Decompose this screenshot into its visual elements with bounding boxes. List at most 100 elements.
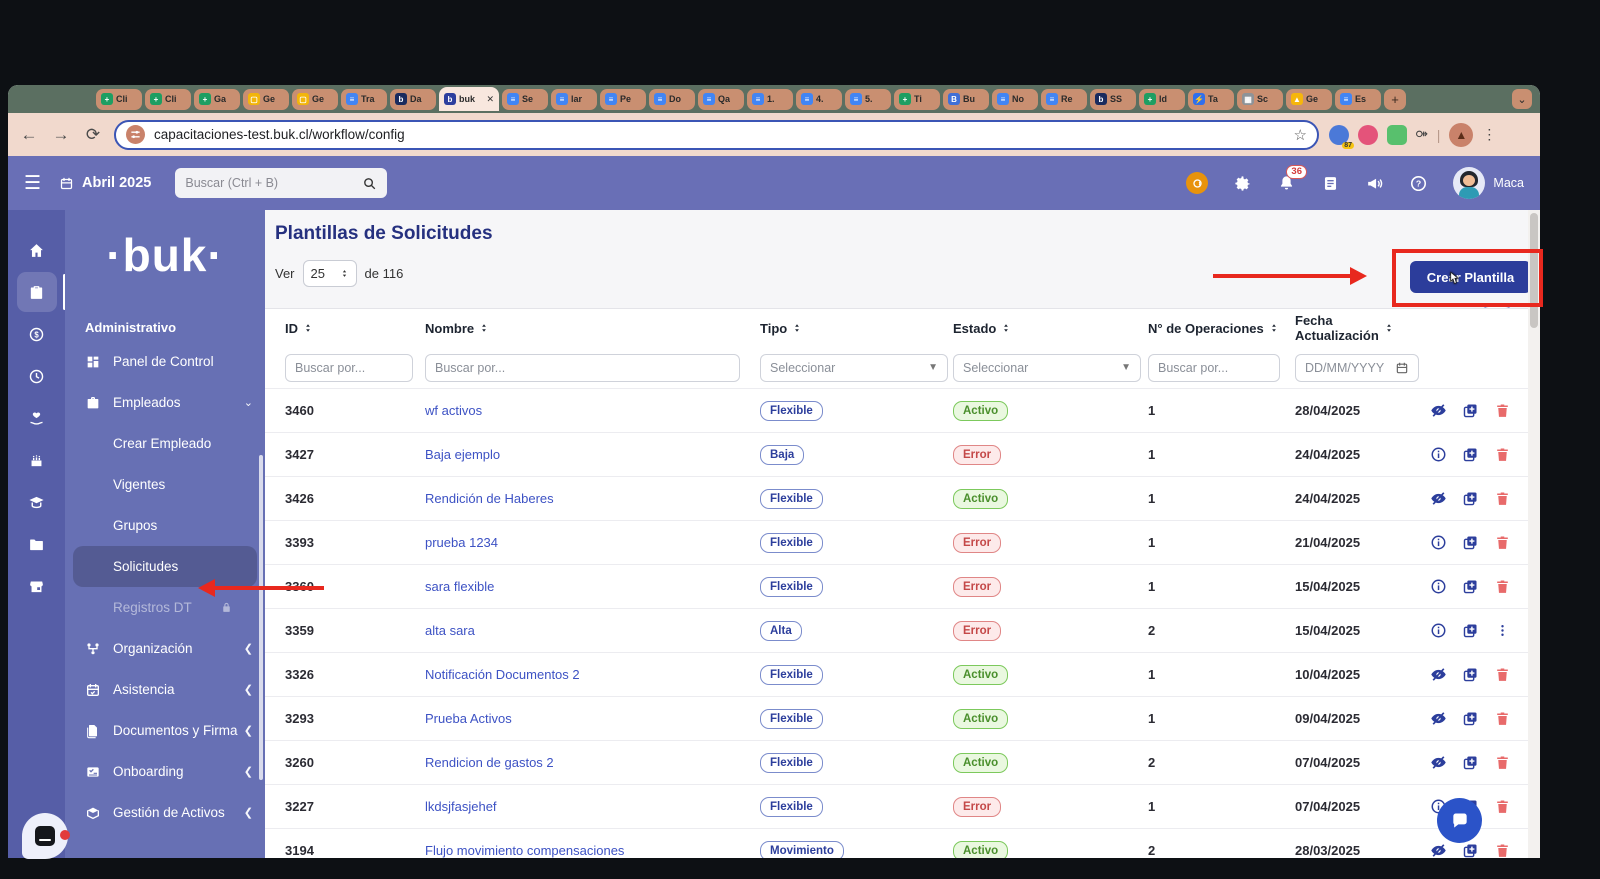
period-selector[interactable]: Abril 2025 — [59, 175, 151, 191]
trash-icon[interactable] — [1494, 578, 1511, 595]
column-header-id[interactable]: ID — [285, 321, 425, 336]
trash-icon[interactable] — [1494, 490, 1511, 507]
browser-tab[interactable]: ≡1. — [747, 89, 793, 110]
template-name-link[interactable]: wf activos — [425, 403, 482, 418]
template-name-link[interactable]: Rendición de Haberes — [425, 491, 554, 506]
browser-tab[interactable]: ≡Qa — [698, 89, 744, 110]
sidebar-item-documentos-y-firma[interactable]: Documentos y Firma❮ — [65, 710, 265, 751]
search-input[interactable] — [185, 176, 362, 190]
info-icon[interactable] — [1430, 578, 1447, 595]
filter-nombre[interactable]: Buscar por... — [425, 354, 740, 382]
browser-tab[interactable]: ▲Ge — [1286, 89, 1332, 110]
copy-icon[interactable] — [1462, 666, 1479, 683]
filter-fecha-actualizaci-n[interactable]: DD/MM/YYYY — [1295, 354, 1419, 382]
sidebar-item-panel-de-control[interactable]: Panel de Control — [65, 341, 265, 382]
sidebar-item-vigentes[interactable]: Vigentes — [65, 464, 265, 505]
browser-profile-avatar[interactable]: ▲ — [1449, 123, 1473, 147]
rail-files-icon[interactable] — [17, 524, 57, 564]
trash-icon[interactable] — [1494, 446, 1511, 463]
browser-tab[interactable]: ▢Ge — [292, 89, 338, 110]
browser-tab[interactable]: ▦Sc — [1237, 89, 1283, 110]
forward-icon[interactable]: → — [50, 125, 72, 145]
copy-icon[interactable] — [1462, 490, 1479, 507]
chat-widget-button[interactable] — [1437, 798, 1482, 843]
extension-icon[interactable] — [1358, 125, 1378, 145]
hamburger-menu-icon[interactable]: ☰ — [24, 172, 41, 195]
rail-requests-clipboard-icon[interactable] — [17, 272, 57, 312]
browser-tab[interactable]: ▢Ge — [243, 89, 289, 110]
megaphone-icon[interactable] — [1365, 174, 1384, 193]
column-header-nombre[interactable]: Nombre — [425, 321, 760, 336]
sort-icon[interactable] — [792, 323, 802, 333]
filter-id[interactable]: Buscar por... — [285, 354, 413, 382]
sort-icon[interactable] — [479, 323, 489, 333]
sidebar-item-onboarding[interactable]: Onboarding❮ — [65, 751, 265, 792]
template-name-link[interactable]: alta sara — [425, 623, 475, 638]
eye-off-icon[interactable] — [1430, 402, 1447, 419]
extensions-puzzle-icon[interactable]: ⚩ — [1416, 126, 1428, 143]
help-icon[interactable]: ? — [1409, 174, 1428, 193]
extension-icon[interactable] — [1387, 125, 1407, 145]
info-icon[interactable] — [1430, 534, 1447, 551]
bookmark-star-icon[interactable]: ☆ — [1294, 126, 1307, 144]
gear-icon[interactable] — [1233, 174, 1252, 193]
trash-icon[interactable] — [1494, 842, 1511, 858]
close-tab-icon[interactable]: ✕ — [486, 94, 494, 105]
copy-icon[interactable] — [1462, 710, 1479, 727]
filter-n-de-operaciones[interactable]: Buscar por... — [1148, 354, 1280, 382]
browser-tab[interactable]: +Ti — [894, 89, 940, 110]
copy-icon[interactable] — [1462, 534, 1479, 551]
url-bar[interactable]: capacitaciones-test.buk.cl/workflow/conf… — [114, 120, 1319, 150]
sidebar-item-organizaci-n[interactable]: Organización❮ — [65, 628, 265, 669]
browser-tab[interactable]: ≡No — [992, 89, 1038, 110]
template-name-link[interactable]: Flujo movimiento compensaciones — [425, 843, 624, 858]
copy-icon[interactable] — [1462, 402, 1479, 419]
column-header-n-de-operaciones[interactable]: N° de Operaciones — [1148, 321, 1295, 336]
trash-icon[interactable] — [1494, 798, 1511, 815]
back-icon[interactable]: ← — [18, 125, 40, 145]
trash-icon[interactable] — [1494, 402, 1511, 419]
sidebar-item-crear-empleado[interactable]: Crear Empleado — [65, 423, 265, 464]
browser-tab[interactable]: BBu — [943, 89, 989, 110]
column-header-fecha-actualizaci-n[interactable]: FechaActualización — [1295, 313, 1430, 343]
browser-tab[interactable]: +Cli — [145, 89, 191, 110]
column-header-estado[interactable]: Estado — [953, 321, 1148, 336]
browser-tab[interactable]: ≡Pe — [600, 89, 646, 110]
info-icon[interactable] — [1430, 446, 1447, 463]
filter-estado[interactable]: Seleccionar▼ — [953, 354, 1141, 382]
rail-money-icon[interactable]: $ — [17, 314, 57, 354]
copy-icon[interactable] — [1462, 446, 1479, 463]
sort-icon[interactable] — [1384, 323, 1394, 333]
copy-icon[interactable] — [1462, 754, 1479, 771]
rail-home-icon[interactable] — [17, 230, 57, 270]
eye-off-icon[interactable] — [1430, 666, 1447, 683]
bell-icon[interactable]: 36 — [1277, 174, 1296, 193]
browser-tab[interactable]: ≡5. — [845, 89, 891, 110]
template-name-link[interactable]: lkdsjfasjehef — [425, 799, 497, 814]
kebab-icon[interactable] — [1494, 622, 1511, 639]
browser-tab[interactable]: +Cli — [96, 89, 142, 110]
note-icon[interactable] — [1321, 174, 1340, 193]
browser-tab[interactable]: ≡Se — [502, 89, 548, 110]
sidebar-item-empleados[interactable]: Empleados⌄ — [65, 382, 265, 423]
copy-icon[interactable] — [1462, 842, 1479, 858]
browser-tab[interactable]: ≡4. — [796, 89, 842, 110]
info-icon[interactable] — [1430, 622, 1447, 639]
sidebar-item-registros-dt[interactable]: Registros DT — [65, 587, 265, 628]
rail-training-icon[interactable] — [17, 482, 57, 522]
browser-tab[interactable]: ≡Re — [1041, 89, 1087, 110]
calendar-icon[interactable] — [1395, 361, 1409, 375]
trash-icon[interactable] — [1494, 710, 1511, 727]
template-name-link[interactable]: Rendicion de gastos 2 — [425, 755, 554, 770]
copy-icon[interactable] — [1462, 622, 1479, 639]
trash-icon[interactable] — [1494, 754, 1511, 771]
page-scrollbar[interactable] — [1528, 210, 1540, 858]
template-name-link[interactable]: sara flexible — [425, 579, 494, 594]
user-menu[interactable]: Maca — [1453, 167, 1524, 199]
browser-tab[interactable]: ⚡Ta — [1188, 89, 1234, 110]
sort-icon[interactable] — [1269, 323, 1279, 333]
browser-tab[interactable]: +Ga — [194, 89, 240, 110]
browser-tab[interactable]: ≡Tra — [341, 89, 387, 110]
browser-menu-icon[interactable]: ⋮ — [1482, 126, 1496, 143]
per-page-select[interactable]: 25 — [303, 260, 357, 287]
